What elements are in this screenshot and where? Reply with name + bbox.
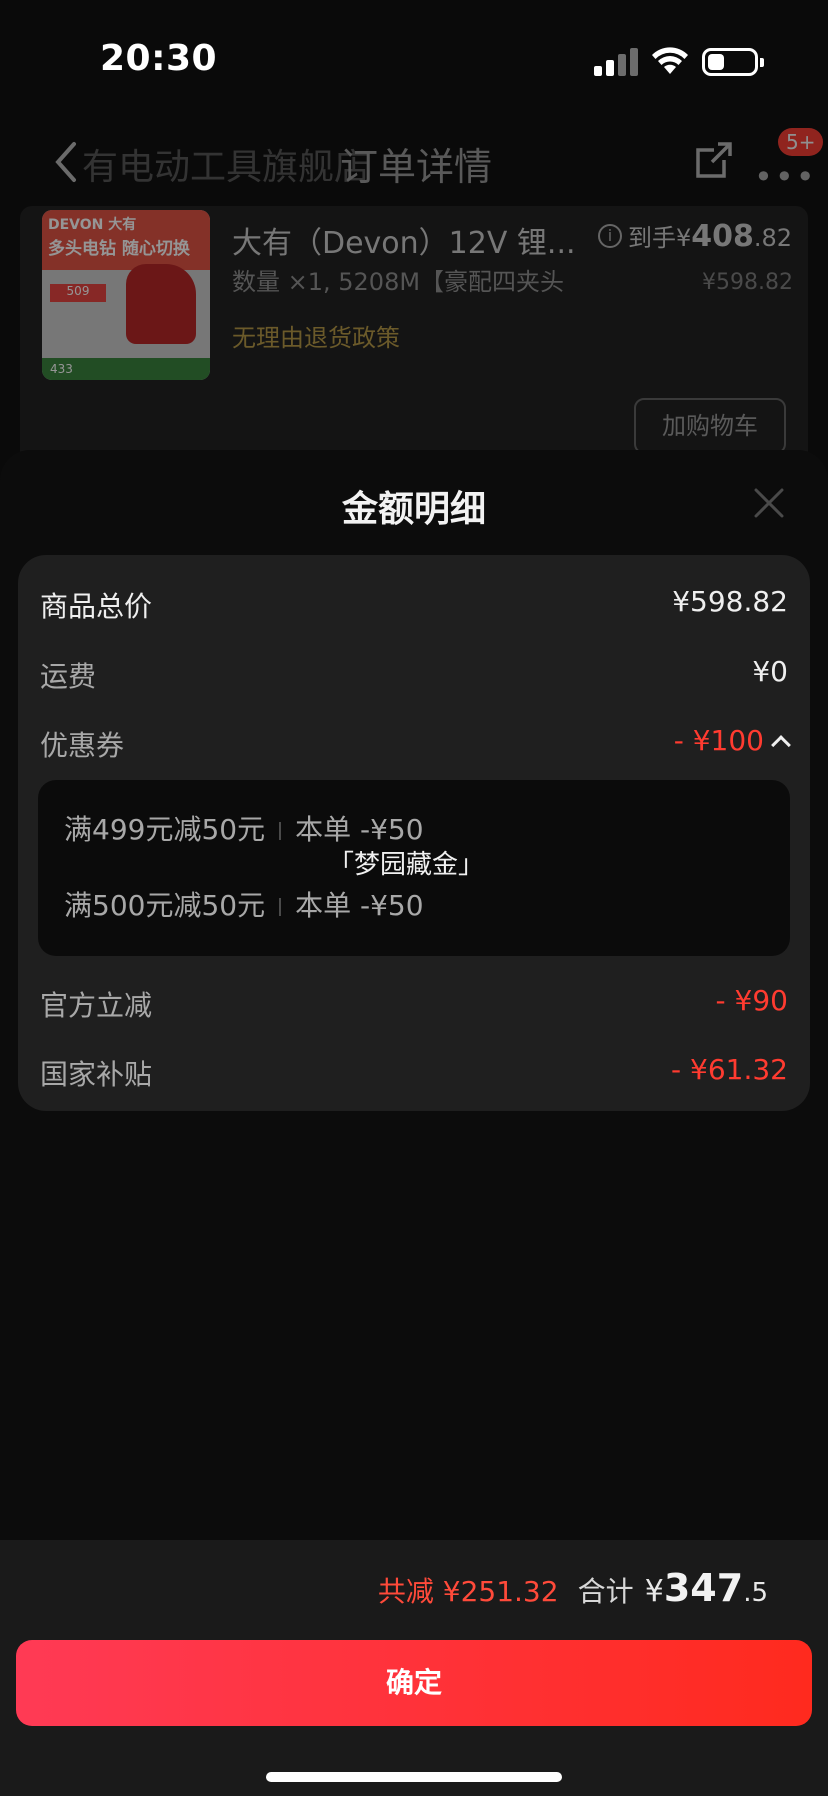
total-amount-decimal: .5 [743, 1578, 768, 1608]
coupon-applied: 本单 -¥50 [295, 889, 424, 922]
navigation-bar: 有电动工具旗舰店 订单详情 ••• 5+ [0, 110, 828, 210]
final-price-label: 到手¥ [628, 224, 692, 252]
notification-badge: 5+ [778, 128, 824, 156]
shipping-value: ¥0 [752, 655, 788, 688]
product-image-footer: 433 [42, 358, 210, 380]
coupon-item: 满499元减50元 本单 -¥50 [64, 808, 424, 848]
national-subsidy-value: - ¥61.32 [671, 1053, 788, 1086]
coupon-label: 优惠券 [40, 729, 125, 762]
national-subsidy-label: 国家补贴 [40, 1058, 153, 1091]
total-price-label: 商品总价 [40, 590, 153, 623]
return-policy: 无理由退货政策 [232, 324, 400, 352]
total-summary: 共减 ¥251.32 合计 ¥347.5 [378, 1566, 768, 1610]
drill-illustration [126, 264, 196, 344]
order-product-card: DEVON 大有 多头电钻 随心切换 509 433 大有（Devon）12V … [20, 206, 808, 476]
row-coupon[interactable]: 优惠券 - ¥100 [40, 718, 791, 768]
original-price: ¥598.82 [702, 270, 793, 295]
cellular-signal-icon [594, 48, 638, 76]
status-time: 20:30 [100, 38, 218, 79]
product-image-headline: 多头电钻 随心切换 [48, 239, 190, 259]
product-name[interactable]: 大有（Devon）12V 锂... [232, 218, 576, 262]
divider [279, 822, 282, 840]
shop-name[interactable]: 有电动工具旗舰店 [82, 138, 370, 190]
total-saving: 共减 ¥251.32 [377, 1575, 559, 1608]
product-quantity-spec: 数量 ×1, 5208M【豪配四夹头 [232, 268, 565, 296]
row-official-discount: 官方立减 - ¥90 [40, 978, 788, 1028]
amount-detail-card: 商品总价 ¥598.82 运费 ¥0 优惠券 - ¥100 满499元减50元本… [18, 555, 810, 1111]
more-icon[interactable]: ••• [754, 158, 817, 196]
total-price-value: ¥598.82 [672, 585, 788, 618]
sheet-title: 金额明细 [341, 489, 486, 530]
chevron-up-icon[interactable] [771, 735, 791, 755]
total-currency: ¥ [644, 1574, 664, 1609]
row-national-subsidy: 国家补贴 - ¥61.32 [40, 1047, 788, 1097]
divider [279, 898, 282, 916]
coupon-item: 满500元减50元 本单 -¥50 [64, 884, 424, 924]
share-icon[interactable] [694, 140, 734, 180]
total-label: 合计 [577, 1575, 634, 1608]
product-image-brand: DEVON 大有 [48, 217, 137, 233]
shipping-label: 运费 [40, 660, 97, 693]
coupon-rule: 满500元减50元 [64, 889, 266, 922]
coupon-value: - ¥100 [673, 724, 764, 757]
coupon-breakdown: 满499元减50元 本单 -¥50 「梦园藏金」 满500元减50元 本单 -¥50 [38, 780, 790, 956]
status-bar: 20:30 [0, 0, 828, 110]
final-price-main: 408 [691, 219, 754, 254]
final-price-decimal: .82 [753, 224, 793, 252]
coupon-rule: 满499元减50元 [64, 813, 266, 846]
row-total-price: 商品总价 ¥598.82 [40, 579, 788, 629]
add-to-cart-button[interactable]: 加购物车 [634, 398, 786, 454]
confirm-button[interactable]: 确定 [16, 1640, 812, 1726]
row-shipping: 运费 ¥0 [40, 649, 788, 699]
product-image[interactable]: DEVON 大有 多头电钻 随心切换 509 433 [42, 210, 210, 380]
coupon-name: 「梦园藏金」 [328, 850, 485, 880]
footer-bar: 共减 ¥251.32 合计 ¥347.5 确定 [0, 1540, 828, 1796]
back-icon[interactable] [50, 140, 80, 184]
official-discount-value: - ¥90 [715, 984, 788, 1017]
info-icon[interactable]: i [598, 224, 622, 248]
battery-icon [702, 48, 764, 76]
final-price: 到手¥408.82 [628, 218, 792, 254]
official-discount-label: 官方立减 [40, 989, 153, 1022]
product-image-price: 509 [50, 284, 106, 302]
page-title: 订单详情 [340, 145, 493, 189]
coupon-value-group[interactable]: - ¥100 [673, 724, 791, 757]
close-icon[interactable] [752, 486, 786, 520]
home-indicator [266, 1772, 562, 1782]
total-amount-integer: 347 [663, 1566, 744, 1610]
coupon-applied: 本单 -¥50 [295, 813, 424, 846]
wifi-icon [652, 47, 688, 74]
